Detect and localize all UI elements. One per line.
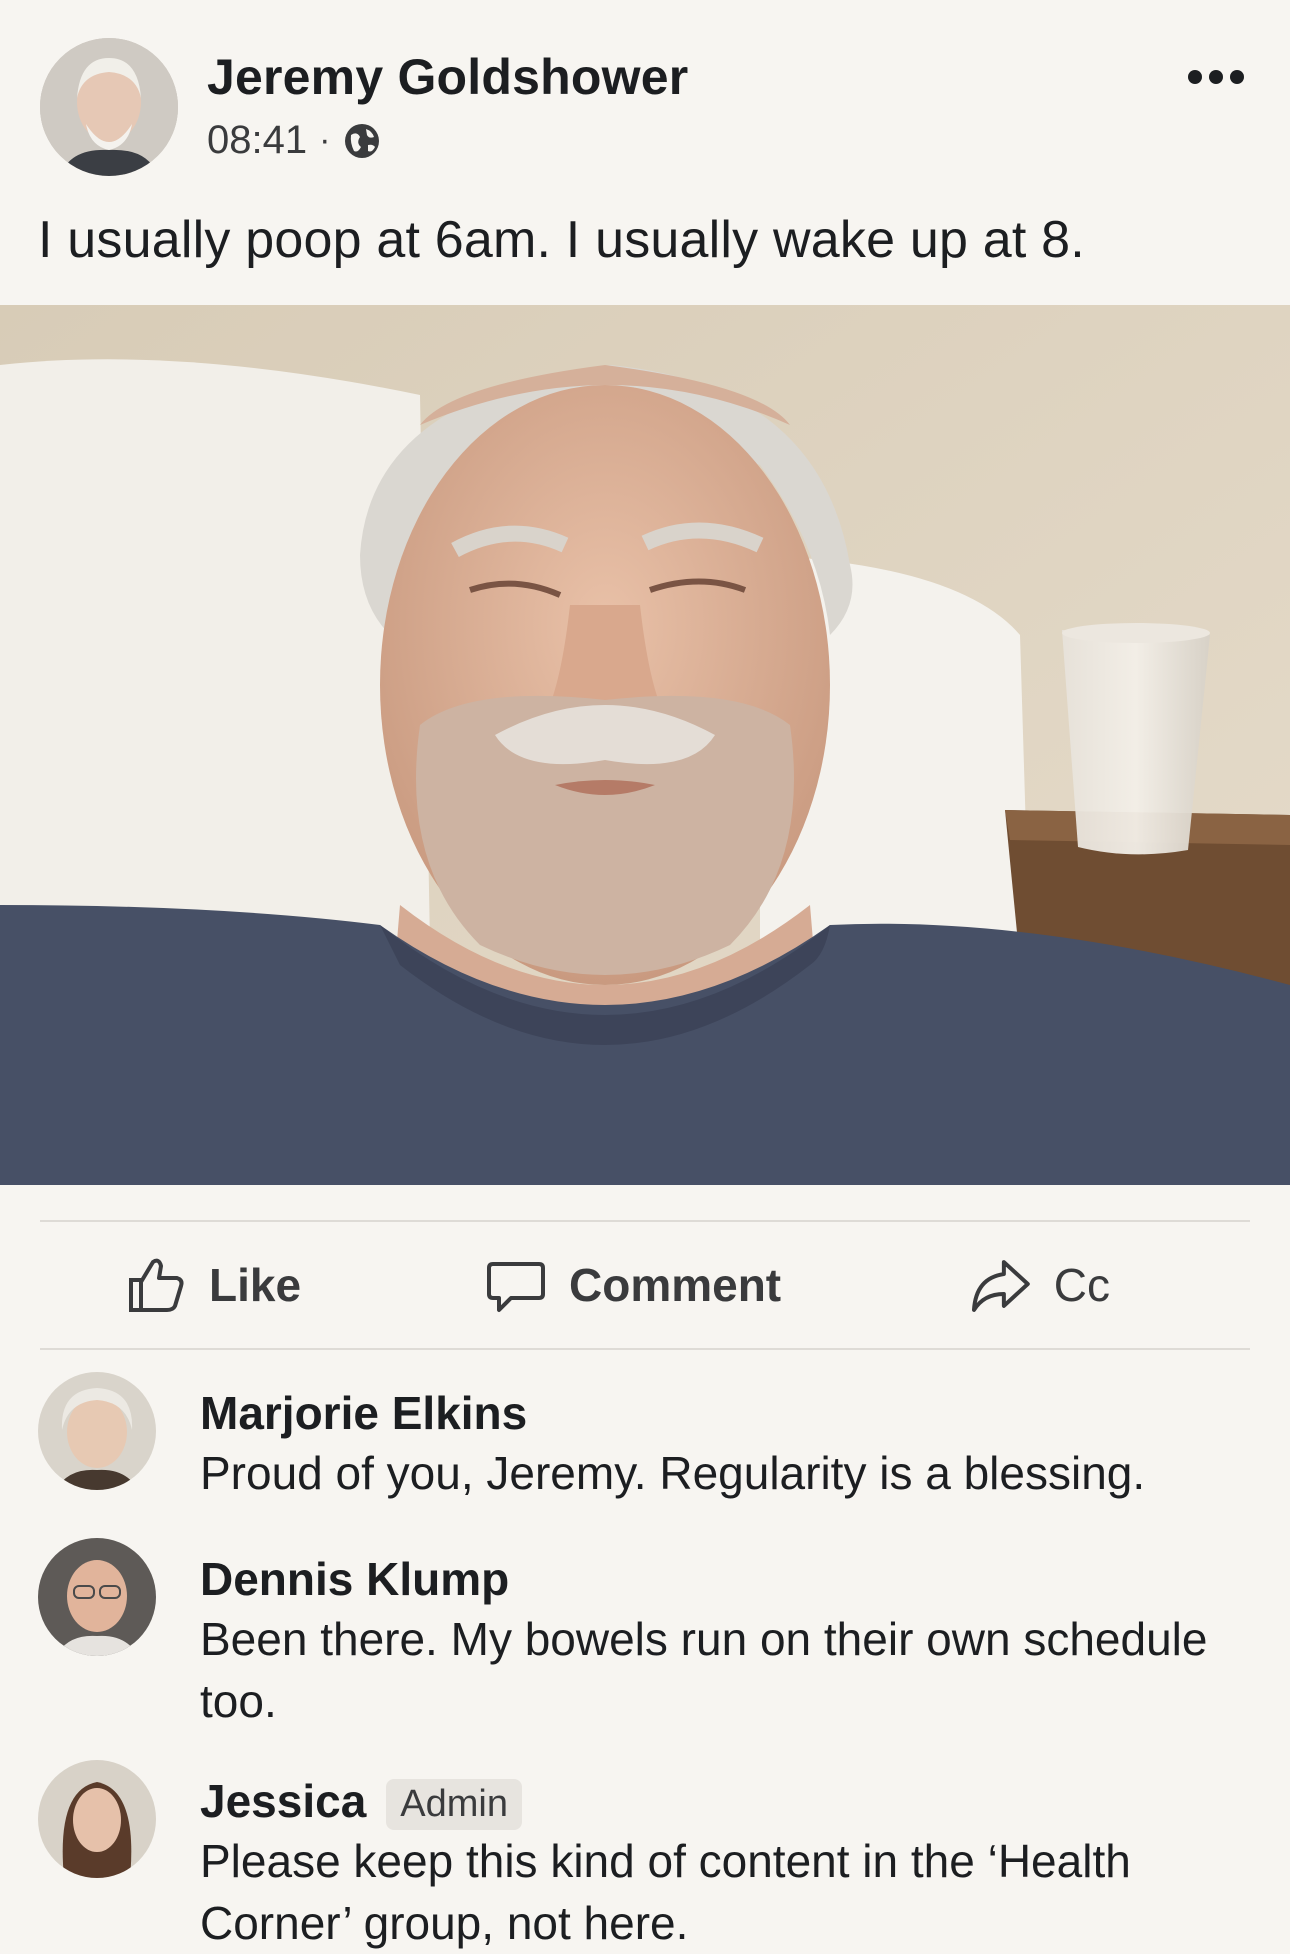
more-icon[interactable] (1188, 70, 1288, 100)
admin-badge: Admin (386, 1779, 522, 1831)
post-header: Jeremy Goldshower 08:41 · I usually poop… (0, 0, 1290, 305)
meta-separator: · (319, 121, 331, 159)
like-button[interactable]: Like (125, 1250, 301, 1320)
globe-icon (345, 123, 380, 158)
share-icon (971, 1260, 1030, 1312)
divider-top (40, 1220, 1250, 1222)
comment-text: Proud of you, Jeremy. Regularity is a bl… (200, 1447, 1146, 1499)
comment-button[interactable]: Comment (485, 1250, 781, 1320)
post-time[interactable]: 08:41 (207, 118, 307, 163)
share-label: Cc (1053, 1259, 1110, 1311)
post-photo[interactable] (0, 305, 1290, 1185)
author-name[interactable]: Jeremy Goldshower (207, 48, 688, 106)
avatar[interactable] (38, 1760, 156, 1878)
share-button[interactable]: Cc (970, 1250, 1110, 1320)
comment-text: Been there. My bowels run on their own s… (200, 1613, 1208, 1727)
avatar[interactable] (40, 38, 178, 176)
divider-bottom (40, 1348, 1250, 1350)
comment-text: Please keep this kind of content in the … (200, 1835, 1131, 1949)
thumbs-up-icon (129, 1258, 184, 1312)
avatar[interactable] (38, 1538, 156, 1656)
post-text: I usually poop at 6am. I usually wake up… (38, 211, 1085, 269)
like-label: Like (209, 1259, 302, 1311)
avatar[interactable] (38, 1372, 156, 1490)
comment-icon (487, 1262, 545, 1312)
comment-author-row: Jessica Admin (200, 1774, 522, 1831)
post-meta: 08:41 · (207, 118, 382, 163)
comment-label: Comment (569, 1259, 782, 1311)
comment-author[interactable]: Jessica (200, 1775, 366, 1827)
comment-author[interactable]: Marjorie Elkins (200, 1386, 527, 1440)
comment-author[interactable]: Dennis Klump (200, 1552, 509, 1606)
